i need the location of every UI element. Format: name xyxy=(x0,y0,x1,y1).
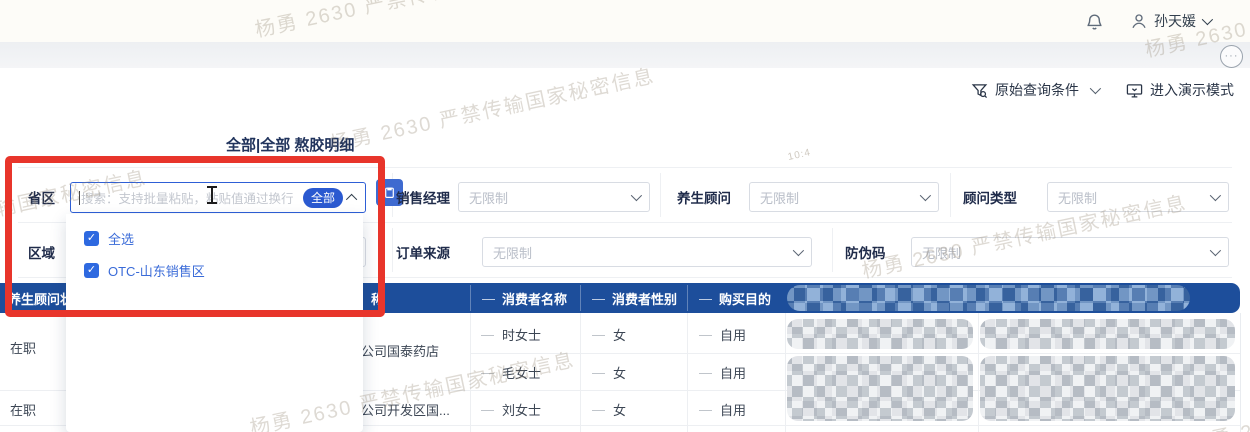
column-dash-icon: — xyxy=(482,290,495,306)
order-source-select[interactable]: 无限制 xyxy=(482,237,812,267)
consumer-name-cell: — 刘女士 xyxy=(481,402,542,418)
redacted-cell-region xyxy=(787,356,973,421)
secondary-bar xyxy=(0,42,1250,68)
health-advisor-filter-label: 养生顾问 xyxy=(677,191,731,206)
advisor-status-cell: 在职 xyxy=(10,341,37,356)
dash-icon: — xyxy=(481,327,494,342)
redacted-cell-region xyxy=(980,356,1235,421)
anti-fake-code-select[interactable]: 无限制 xyxy=(911,237,1229,267)
redacted-cell-region xyxy=(787,319,973,349)
consumer-gender-cell: — 女 xyxy=(592,365,627,381)
presentation-label: 进入演示模式 xyxy=(1150,82,1234,98)
chevron-down-icon xyxy=(630,189,643,202)
purchase-purpose-cell: — 自用 xyxy=(699,327,747,343)
dash-icon: — xyxy=(699,327,712,342)
user-name: 孙天媛 xyxy=(1154,13,1196,29)
sales-manager-value: 无限制 xyxy=(469,190,509,206)
anti-fake-code-value: 无限制 xyxy=(922,245,962,261)
col-consumer-gender[interactable]: — 消费者性别 xyxy=(592,283,677,313)
col-purchase-purpose[interactable]: — 购买目的 xyxy=(699,283,771,313)
page-title: 全部|全部 熬胶明细 xyxy=(226,137,355,154)
app-window: 孙天媛 ··· 原始查询条件 进入演示模式 全部|全部 熬胶明细 省区 搜索：支… xyxy=(0,0,1250,432)
user-menu[interactable]: 孙天媛 xyxy=(1130,11,1214,31)
consumer-name-cell: — 时女士 xyxy=(481,327,542,343)
notification-bell-icon[interactable] xyxy=(1085,12,1104,31)
consumer-gender-cell: — 女 xyxy=(592,402,627,418)
chevron-down-icon xyxy=(1209,244,1222,257)
dash-icon: — xyxy=(699,365,712,380)
more-options-icon[interactable]: ··· xyxy=(1220,45,1243,68)
health-advisor-select[interactable]: 无限制 xyxy=(749,182,939,212)
annotation-red-rectangle xyxy=(5,156,385,317)
text-cursor-ibeam xyxy=(206,185,218,205)
anti-fake-code-filter-label: 防伪码 xyxy=(845,246,886,261)
chevron-down-icon xyxy=(1209,189,1222,202)
redacted-header-region xyxy=(787,285,1190,311)
consumer-name-cell: — 毛女士 xyxy=(481,365,542,381)
order-source-filter-label: 订单来源 xyxy=(396,246,450,261)
order-source-value: 无限制 xyxy=(493,245,533,261)
user-icon xyxy=(1132,14,1146,29)
health-advisor-value: 无限制 xyxy=(760,190,800,206)
column-dash-icon: — xyxy=(592,290,605,306)
redacted-cell-region xyxy=(980,319,1235,349)
column-dash-icon: — xyxy=(699,290,712,306)
dash-icon: — xyxy=(592,327,605,342)
dash-icon: — xyxy=(481,402,494,417)
original-query-conditions-button[interactable]: 原始查询条件 xyxy=(971,80,1102,100)
chevron-down-icon xyxy=(919,189,932,202)
chevron-down-icon xyxy=(1089,82,1102,95)
dash-icon: — xyxy=(592,402,605,417)
advisor-type-filter-label: 顾问类型 xyxy=(963,191,1017,206)
original-query-label: 原始查询条件 xyxy=(995,82,1079,98)
watermark: 杨勇 2630 严禁传输国家秘密信息 xyxy=(328,65,658,156)
purchase-purpose-cell: — 自用 xyxy=(699,365,747,381)
col-consumer-name[interactable]: — 消费者名称 xyxy=(482,283,567,313)
consumer-gender-cell: — 女 xyxy=(592,327,627,343)
sales-manager-filter-label: 销售经理 xyxy=(396,191,450,206)
watermark-small: 10:4 xyxy=(786,147,813,163)
store-name-cell: 限公司开发区国... xyxy=(348,403,450,418)
advisor-status-cell: 在职 xyxy=(10,403,37,418)
advisor-type-value: 无限制 xyxy=(1058,190,1098,206)
sales-manager-select[interactable]: 无限制 xyxy=(458,182,650,212)
dash-icon: — xyxy=(699,402,712,417)
purchase-purpose-cell: — 自用 xyxy=(699,402,747,418)
filter-search-icon xyxy=(971,83,988,98)
dash-icon: — xyxy=(592,365,605,380)
chevron-down-icon xyxy=(792,244,805,257)
presentation-icon xyxy=(1126,83,1143,98)
dash-icon: — xyxy=(481,365,494,380)
top-navbar: 孙天媛 xyxy=(0,0,1250,43)
presentation-mode-button[interactable]: 进入演示模式 xyxy=(1126,80,1234,100)
advisor-type-select[interactable]: 无限制 xyxy=(1047,182,1229,212)
chevron-down-icon xyxy=(1201,13,1214,26)
